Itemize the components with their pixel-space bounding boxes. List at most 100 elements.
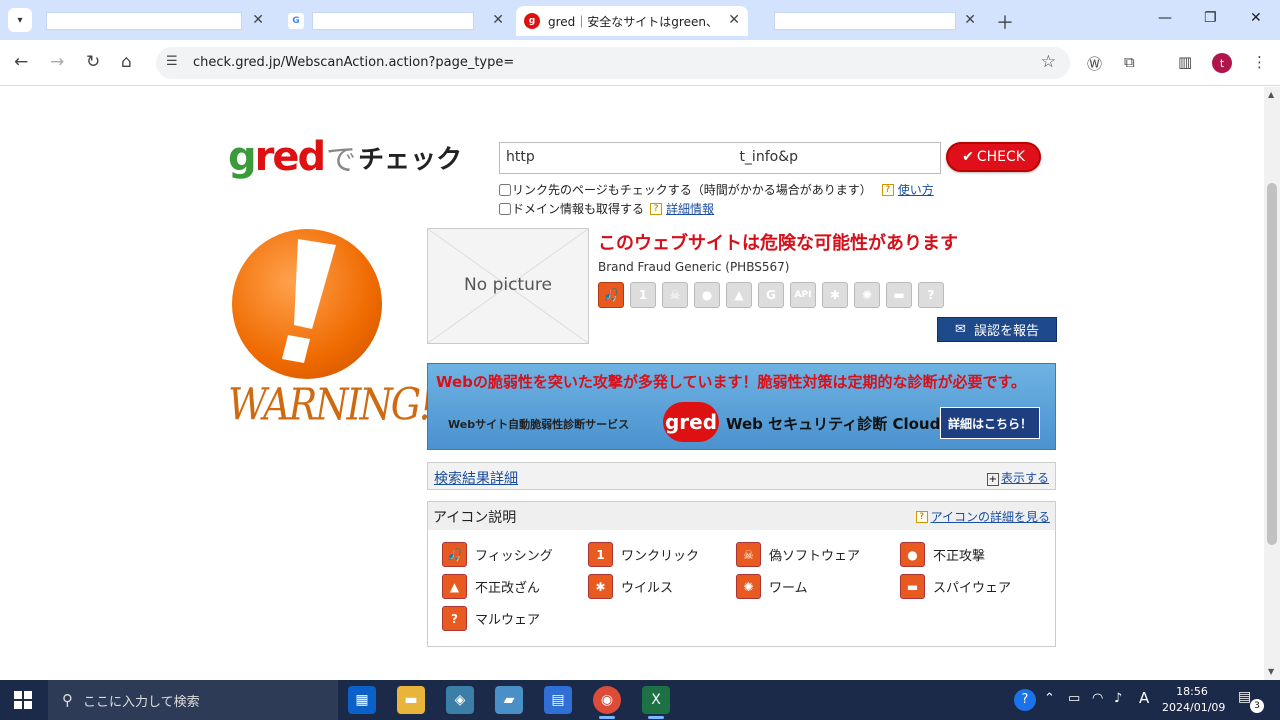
gred-logo[interactable]: gred で チェック — [228, 134, 462, 180]
legend-item: ? マルウェア — [442, 606, 540, 631]
menu-icon[interactable]: ⋮ — [1252, 53, 1267, 71]
forward-icon[interactable]: → — [50, 52, 64, 72]
option-links-label: リンク先のページもチェックする（時間がかかる場合があります） — [512, 183, 872, 197]
security-cloud-banner[interactable]: Webの脆弱性を突いた攻撃が多発しています！脆弱性対策は定期的な診断が必要です。… — [427, 363, 1056, 450]
legend-more-link[interactable]: アイコンの詳細を見る — [931, 508, 1050, 525]
file-explorer-icon[interactable]: ▬ — [397, 686, 425, 714]
google-icon: G — [288, 13, 304, 29]
translate-extension-icon[interactable]: Ⓦ — [1087, 53, 1102, 74]
expand-plus-icon: + — [986, 473, 999, 486]
legend-item: 🎣 フィッシング — [442, 542, 553, 567]
bookmark-star-icon[interactable]: ☆ — [1041, 52, 1056, 72]
logo-red: red — [254, 134, 326, 180]
window-close-icon[interactable]: ✕ — [1250, 10, 1262, 26]
scroll-up-icon[interactable]: ▲ — [1268, 90, 1274, 99]
tab-1-close-icon[interactable]: ✕ — [252, 12, 264, 28]
ime-indicator[interactable]: A — [1139, 689, 1149, 707]
wifi-icon[interactable]: ◠ — [1092, 691, 1103, 706]
url-text[interactable]: check.gred.jp/WebscanAction.action?page_… — [193, 55, 514, 70]
tab-2-title — [312, 12, 474, 30]
banner-subtitle: Webサイト自動脆弱性診断サービス — [448, 418, 630, 431]
legend-item: ☠ 偽ソフトウェア — [736, 542, 860, 567]
reload-icon[interactable]: ↻ — [86, 52, 100, 72]
option-domain-row: ドメイン情報も取得する ? 詳細情報 — [499, 200, 714, 217]
extensions-icon[interactable]: ⧉ — [1124, 53, 1135, 71]
legend-item: ▬ スパイウェア — [900, 574, 1011, 599]
show-hidden-icons-icon[interactable]: ⌃ — [1044, 691, 1055, 706]
url-check-input[interactable]: http t_info&p — [499, 142, 941, 174]
back-icon[interactable]: ← — [14, 52, 28, 72]
tab-4[interactable]: ✕ — [768, 6, 984, 36]
domain-info-checkbox[interactable] — [499, 202, 511, 215]
legend-item-label: マルウェア — [475, 613, 541, 628]
result-details-bar: 検索結果詳細 + 表示する — [427, 462, 1056, 490]
danger-title: このウェブサイトは危険な可能性があります — [598, 233, 958, 254]
tab-1-title — [46, 12, 242, 30]
legend-item-label: ウイルス — [621, 581, 674, 596]
legend-more[interactable]: ? アイコンの詳細を見る — [915, 508, 1050, 525]
no-picture-label: No picture — [464, 275, 552, 295]
home-icon[interactable]: ⌂ — [121, 52, 132, 72]
tab-2-close-icon[interactable]: ✕ — [492, 12, 504, 28]
legend-item-icon: ☠ — [736, 542, 761, 567]
legend-item-label: 不正改ざん — [475, 581, 541, 596]
store-icon[interactable]: ▦ — [348, 686, 376, 714]
report-misdetection-button[interactable]: ✉ 誤認を報告 — [937, 317, 1057, 342]
check-links-checkbox[interactable] — [499, 183, 511, 196]
app-icon[interactable]: ◈ — [446, 686, 474, 714]
notes-icon[interactable]: ▰ — [495, 686, 523, 714]
clock[interactable]: 18:56 2024/01/09 — [1162, 684, 1226, 716]
excel-icon[interactable]: X — [642, 686, 670, 719]
avatar[interactable]: t — [1212, 53, 1232, 73]
taskbar-search-placeholder: ここに入力して検索 — [83, 694, 200, 710]
tab-3-close-icon[interactable]: ✕ — [728, 12, 740, 28]
tab-3-active[interactable]: g gred｜安全なサイトはgreen、危険 ✕ — [516, 6, 748, 36]
battery-icon[interactable]: ▭ — [1068, 691, 1080, 706]
banner-detail-button[interactable]: 詳細はこちら！ — [940, 407, 1040, 439]
taskbar-search[interactable]: ⚲ ここに入力して検索 — [48, 680, 338, 720]
check-button[interactable]: ✔ CHECK — [946, 142, 1041, 172]
phishing-icon: 🎣 — [598, 282, 624, 308]
legend-item-icon: ▲ — [442, 574, 467, 599]
calculator-icon[interactable]: ▤ — [544, 686, 572, 714]
address-bar[interactable]: ☰ check.gred.jp/WebscanAction.action?pag… — [156, 47, 1070, 79]
legend-item: ✱ ウイルス — [588, 574, 673, 599]
windows-start-icon[interactable] — [14, 691, 32, 709]
show-toggle[interactable]: + 表示する — [986, 469, 1049, 486]
option-links-row: リンク先のページもチェックする（時間がかかる場合があります） ? 使い方 — [499, 181, 934, 198]
exclamation-icon — [282, 239, 336, 363]
detail-info-link[interactable]: 詳細情報 — [666, 200, 714, 217]
tab-4-close-icon[interactable]: ✕ — [964, 12, 976, 28]
legend-item-label: 偽ソフトウェア — [769, 549, 861, 564]
minimize-icon[interactable]: — — [1158, 10, 1172, 26]
scroll-down-icon[interactable]: ▼ — [1268, 667, 1274, 676]
tab-1[interactable]: ✕ — [40, 6, 272, 36]
gred-badge-icon: gred — [663, 402, 719, 442]
side-panel-icon[interactable]: ▥ — [1178, 53, 1192, 71]
scroll-thumb[interactable] — [1267, 183, 1277, 545]
legend-item: ✺ ワーム — [736, 574, 808, 599]
show-link[interactable]: 表示する — [1001, 471, 1049, 485]
volume-icon[interactable]: ♪ — [1114, 691, 1122, 706]
help-tray-icon[interactable]: ? — [1014, 689, 1036, 711]
page-content: gred で チェック http t_info&p ✔ CHECK リンク先のペ… — [0, 87, 1264, 680]
result-details-link[interactable]: 検索結果詳細 — [434, 468, 518, 488]
warning-text: WARNING! — [228, 379, 434, 430]
notification-icon[interactable]: ▤ 3 — [1238, 689, 1264, 713]
restore-icon[interactable]: ❐ — [1204, 10, 1217, 26]
gun-icon: ▬ — [886, 282, 912, 308]
question-icon: ? — [918, 282, 944, 308]
site-info-icon[interactable]: ☰ — [166, 54, 178, 69]
page-scrollbar[interactable]: ▲ ▼ — [1264, 87, 1280, 680]
usage-link[interactable]: 使い方 — [898, 181, 934, 198]
clock-date: 2024/01/09 — [1162, 701, 1226, 714]
tab-strip: ▾ ✕ G ✕ g gred｜安全なサイトはgreen、危険 ✕ ✕ ＋ — ❐… — [0, 0, 1280, 40]
legend-item-label: ワーム — [769, 581, 808, 596]
chrome-icon[interactable]: ◉ — [593, 686, 621, 719]
tab-search-button[interactable]: ▾ — [8, 8, 32, 32]
legend-item-icon: ● — [900, 542, 925, 567]
new-tab-icon[interactable]: ＋ — [996, 9, 1014, 35]
help-icon: ? — [881, 183, 894, 196]
tab-2[interactable]: G ✕ — [280, 6, 512, 36]
icon-legend: アイコン説明 ? アイコンの詳細を見る 🎣 フィッシング 1 ワンクリック ☠ 偽ソフトウ… — [427, 501, 1056, 647]
